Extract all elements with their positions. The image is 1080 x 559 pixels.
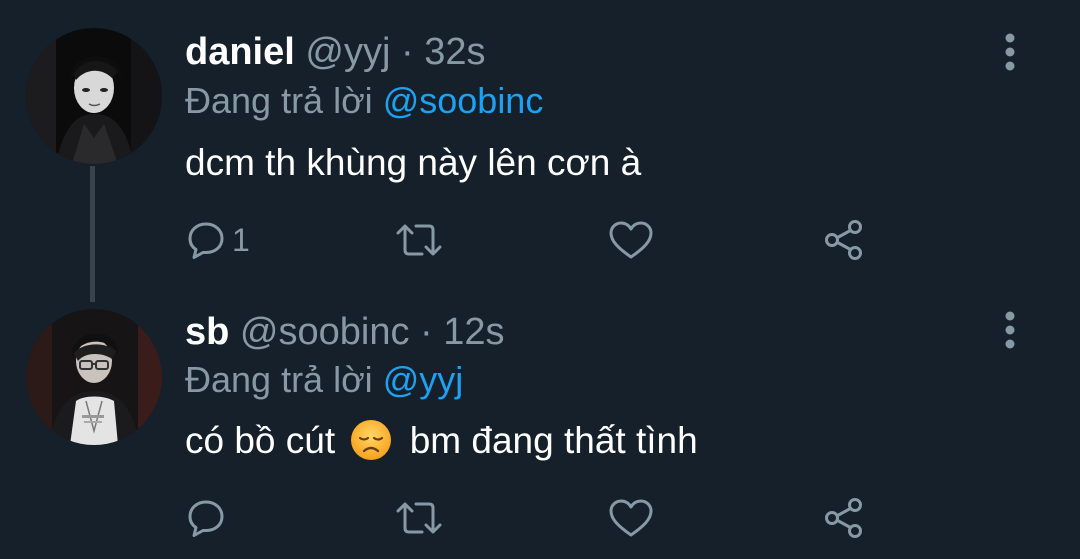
replying-to-line: Đang trả lời @soobinc bbox=[185, 79, 543, 123]
separator-dot: · bbox=[420, 311, 433, 353]
tweet-text-part: bm đang thất tình bbox=[409, 420, 698, 461]
tweet-header: sb @soobinc · 12s bbox=[185, 310, 505, 354]
timestamp[interactable]: 32s bbox=[424, 31, 485, 73]
display-name[interactable]: sb bbox=[185, 311, 229, 353]
replying-to-line: Đang trả lời @yyj bbox=[185, 358, 463, 402]
share-icon bbox=[822, 496, 866, 540]
reply-count: 1 bbox=[232, 222, 250, 258]
replying-prefix: Đang trả lời bbox=[185, 80, 373, 121]
display-name[interactable]: daniel bbox=[185, 31, 295, 73]
reply-button[interactable] bbox=[186, 490, 232, 546]
reply-bubble-icon bbox=[186, 220, 226, 260]
share-icon bbox=[822, 218, 866, 262]
tweet-text-part: có bồ cút bbox=[185, 420, 336, 461]
tweet-actions: 1 bbox=[0, 212, 1080, 268]
share-button[interactable] bbox=[822, 212, 866, 268]
handle[interactable]: @yyj bbox=[305, 31, 390, 73]
retweet-button[interactable] bbox=[394, 490, 444, 546]
reply-thread: daniel @yyj · 32s Đang trả lời @soobinc … bbox=[0, 0, 1080, 559]
tweet-header: daniel @yyj · 32s bbox=[185, 30, 485, 74]
separator-dot: · bbox=[400, 31, 414, 73]
tweet-2[interactable]: sb @soobinc · 12s Đang trả lời @yyj có b… bbox=[0, 290, 1080, 559]
replying-to-mention[interactable]: @yyj bbox=[383, 359, 464, 400]
like-button[interactable] bbox=[608, 212, 654, 268]
heart-icon bbox=[608, 498, 654, 538]
replying-to-mention[interactable]: @soobinc bbox=[383, 80, 544, 121]
handle[interactable]: @soobinc bbox=[240, 311, 410, 353]
share-button[interactable] bbox=[822, 490, 866, 546]
replying-prefix: Đang trả lời bbox=[185, 359, 373, 400]
more-vertical-icon[interactable] bbox=[996, 310, 1024, 350]
reply-button[interactable]: 1 bbox=[186, 212, 250, 268]
retweet-button[interactable] bbox=[394, 212, 444, 268]
tweet-1[interactable]: daniel @yyj · 32s Đang trả lời @soobinc … bbox=[0, 0, 1080, 290]
heart-icon bbox=[608, 220, 654, 260]
avatar-daniel[interactable] bbox=[26, 28, 162, 164]
more-vertical-icon[interactable] bbox=[996, 32, 1024, 72]
avatar-sb[interactable] bbox=[26, 309, 162, 445]
like-button[interactable] bbox=[608, 490, 654, 546]
tweet-text: dcm th khùng này lên cơn à bbox=[185, 142, 642, 183]
timestamp[interactable]: 12s bbox=[443, 311, 504, 353]
retweet-icon bbox=[394, 498, 444, 538]
tweet-text: có bồ cút bm đang thất tình bbox=[185, 418, 698, 464]
disappointed-face-emoji bbox=[349, 418, 393, 462]
reply-bubble-icon bbox=[186, 498, 226, 538]
retweet-icon bbox=[394, 220, 444, 260]
tweet-actions bbox=[0, 490, 1080, 546]
